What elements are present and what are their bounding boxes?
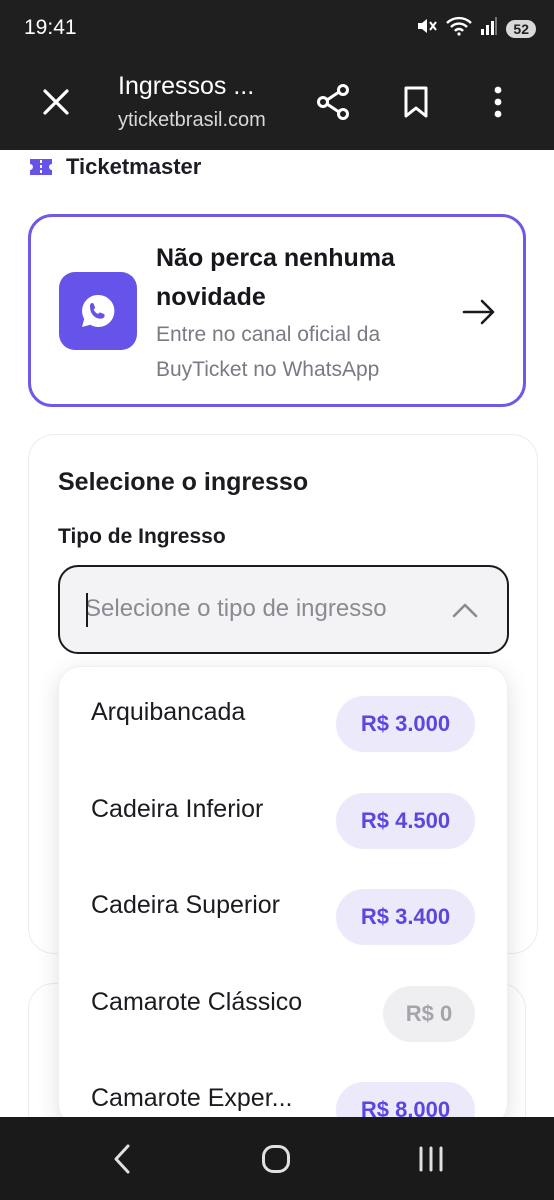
option-name: Camarote Clássico — [91, 988, 303, 1016]
price-badge: R$ 4.500 — [336, 793, 475, 849]
brand-label: Ticketmaster — [66, 154, 202, 179]
tab-title: Ingressos ... — [118, 72, 255, 100]
dropdown-option[interactable]: Camarote Clássico R$ 0 — [59, 957, 507, 1047]
ticket-type-label: Tipo de Ingresso — [58, 525, 226, 548]
recents-button[interactable] — [409, 1141, 453, 1177]
back-button[interactable] — [100, 1141, 144, 1177]
whatsapp-promo-card[interactable]: Não perca nenhuma novidade Entre no cana… — [28, 214, 526, 407]
mute-icon — [416, 16, 438, 41]
home-icon — [262, 1145, 290, 1173]
status-bar: 19:41 52 — [0, 0, 554, 58]
option-name: Camarote Exper... — [91, 1084, 293, 1112]
ticket-type-select[interactable] — [58, 565, 509, 654]
bookmark-button[interactable] — [394, 80, 438, 124]
option-name: Cadeira Superior — [91, 891, 280, 919]
dropdown-option[interactable]: Cadeira Superior R$ 3.400 — [59, 860, 507, 950]
signal-icon — [480, 16, 498, 41]
share-button[interactable] — [311, 80, 355, 124]
selection-heading: Selecione o ingresso — [58, 468, 309, 496]
bookmark-icon — [404, 86, 428, 118]
status-time: 19:41 — [24, 16, 77, 39]
promo-arrow-button[interactable] — [459, 295, 499, 329]
chevron-up-icon — [452, 603, 478, 618]
select-toggle-button[interactable] — [447, 595, 483, 625]
back-icon — [114, 1144, 130, 1174]
brand: Ticketmaster — [28, 154, 201, 180]
status-icons: 52 — [416, 16, 536, 41]
whatsapp-icon — [82, 294, 115, 327]
close-icon — [43, 89, 69, 115]
text-cursor — [86, 593, 88, 627]
option-name: Arquibancada — [91, 698, 246, 726]
ticket-icon — [30, 159, 52, 175]
option-name: Cadeira Inferior — [91, 795, 264, 823]
price-badge: R$ 0 — [383, 986, 475, 1042]
price-badge: R$ 3.400 — [336, 889, 475, 945]
close-button[interactable] — [36, 82, 76, 122]
promo-title: Não perca nenhuma novidade — [156, 244, 395, 311]
more-options-button[interactable] — [476, 80, 520, 124]
whatsapp-icon-box — [59, 272, 137, 350]
dropdown-option[interactable]: Camarote Exper... R$ 8.000 — [59, 1053, 507, 1125]
battery-icon: 52 — [506, 19, 536, 38]
promo-subtitle: Entre no canal oficial da BuyTicket no W… — [156, 323, 381, 381]
ticket-type-dropdown: Arquibancada R$ 3.000 Cadeira Inferior R… — [58, 666, 508, 1126]
recents-icon — [419, 1146, 443, 1172]
more-vert-icon — [494, 86, 502, 118]
arrow-right-icon — [462, 299, 495, 325]
dropdown-option[interactable]: Arquibancada R$ 3.000 — [59, 667, 507, 757]
wifi-icon — [446, 16, 473, 41]
price-badge: R$ 3.000 — [336, 696, 475, 752]
home-button[interactable] — [254, 1141, 298, 1177]
browser-toolbar: Ingressos ... yticketbrasil.com — [0, 58, 554, 150]
tab-url[interactable]: yticketbrasil.com — [118, 109, 278, 132]
ticket-type-input[interactable] — [85, 587, 430, 631]
system-nav-bar — [0, 1117, 554, 1200]
share-icon — [317, 84, 349, 120]
dropdown-option[interactable]: Cadeira Inferior R$ 4.500 — [59, 764, 507, 854]
